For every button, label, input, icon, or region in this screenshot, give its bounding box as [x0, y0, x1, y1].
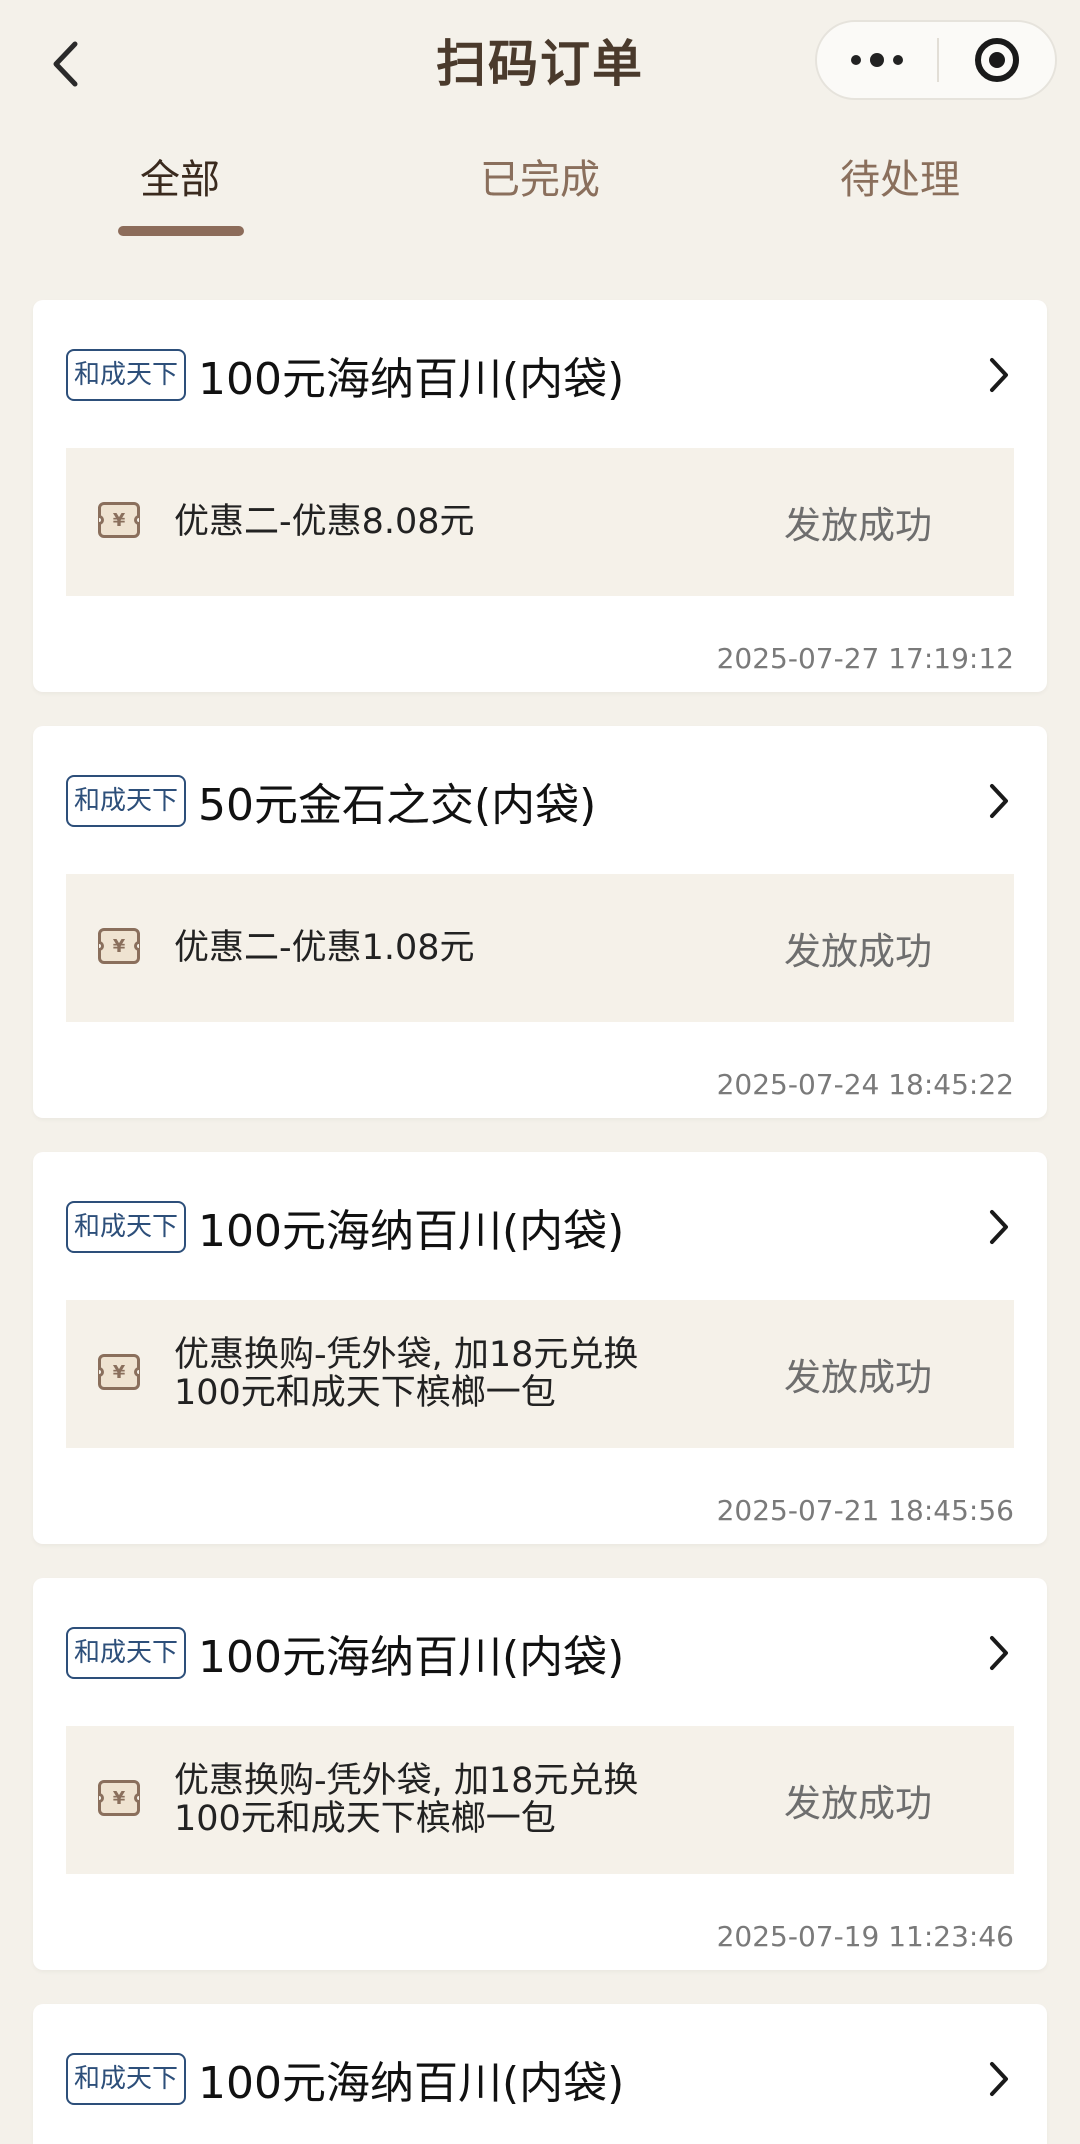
tab-completed[interactable]: 已完成 — [420, 150, 660, 210]
order-tabs: 全部 已完成 待处理 — [0, 130, 1080, 250]
coupon-ticket-icon: ¥ — [98, 1780, 140, 1816]
coupon-status: 发放成功 — [784, 1356, 932, 1399]
product-title: 100元海纳百川(内袋) — [198, 1632, 625, 1683]
order-time: 2025-07-24 18:45:22 — [716, 1068, 1014, 1101]
brand-tag: 和成天下 — [66, 2053, 187, 2105]
coupon-description: 优惠二-优惠8.08元 — [174, 502, 475, 542]
order-card-header[interactable]: 和成天下 100元海纳百川(内袋) — [66, 346, 1014, 405]
order-card-header[interactable]: 和成天下 100元海纳百川(内袋) — [66, 2050, 1014, 2109]
coupon-row: ¥ 优惠换购-凭外袋, 加18元兑换100元和成天下槟榔一包 发放成功 — [66, 1300, 1014, 1448]
nav-bar: 扫码订单 — [0, 0, 1080, 130]
brand-tag: 和成天下 — [66, 1201, 187, 1253]
order-card[interactable]: 和成天下 100元海纳百川(内袋) ¥ 优惠二-优惠8.08元 发放成功 202… — [33, 300, 1047, 692]
coupon-status: 发放成功 — [784, 1782, 932, 1825]
coupon-status: 发放成功 — [784, 504, 932, 547]
order-card[interactable]: 和成天下 100元海纳百川(内袋) ¥ 优惠换购-凭外袋, 加18元兑换100元… — [33, 1578, 1047, 1970]
more-button[interactable] — [817, 22, 937, 98]
order-card[interactable]: 和成天下 100元海纳百川(内袋) — [33, 2004, 1047, 2144]
tab-all[interactable]: 全部 — [60, 150, 300, 210]
order-card[interactable]: 和成天下 50元金石之交(内袋) ¥ 优惠二-优惠1.08元 发放成功 2025… — [33, 726, 1047, 1118]
mini-program-capsule — [815, 20, 1057, 100]
chevron-right-icon — [984, 355, 1014, 395]
brand-tag: 和成天下 — [66, 1627, 187, 1679]
order-card-header[interactable]: 和成天下 50元金石之交(内袋) — [66, 772, 1014, 831]
coupon-ticket-icon: ¥ — [98, 502, 140, 538]
product-title: 100元海纳百川(内袋) — [198, 354, 625, 405]
product-title: 50元金石之交(内袋) — [198, 780, 597, 831]
order-time: 2025-07-21 18:45:56 — [716, 1494, 1014, 1527]
chevron-right-icon — [984, 781, 1014, 821]
order-time: 2025-07-27 17:19:12 — [716, 642, 1014, 675]
chevron-right-icon — [984, 2059, 1014, 2099]
coupon-ticket-icon: ¥ — [98, 1354, 140, 1390]
active-tab-indicator — [118, 226, 244, 236]
order-card[interactable]: 和成天下 100元海纳百川(内袋) ¥ 优惠换购-凭外袋, 加18元兑换100元… — [33, 1152, 1047, 1544]
chevron-right-icon — [984, 1207, 1014, 1247]
product-title: 100元海纳百川(内袋) — [198, 2058, 625, 2109]
brand-tag: 和成天下 — [66, 775, 187, 827]
coupon-description: 优惠换购-凭外袋, 加18元兑换100元和成天下槟榔一包 — [174, 1335, 639, 1413]
close-mini-program-button[interactable] — [939, 22, 1055, 98]
coupon-row: ¥ 优惠换购-凭外袋, 加18元兑换100元和成天下槟榔一包 发放成功 — [66, 1726, 1014, 1874]
more-dots-icon — [851, 53, 903, 67]
coupon-status: 发放成功 — [784, 930, 932, 973]
coupon-row: ¥ 优惠二-优惠1.08元 发放成功 — [66, 874, 1014, 1022]
order-time: 2025-07-19 11:23:46 — [716, 1920, 1014, 1953]
order-card-header[interactable]: 和成天下 100元海纳百川(内袋) — [66, 1198, 1014, 1257]
coupon-description: 优惠二-优惠1.08元 — [174, 928, 475, 968]
chevron-right-icon — [984, 1633, 1014, 1673]
order-card-header[interactable]: 和成天下 100元海纳百川(内袋) — [66, 1624, 1014, 1683]
brand-tag: 和成天下 — [66, 349, 187, 401]
coupon-description: 优惠换购-凭外袋, 加18元兑换100元和成天下槟榔一包 — [174, 1761, 639, 1839]
target-close-icon — [975, 38, 1019, 82]
coupon-ticket-icon: ¥ — [98, 928, 140, 964]
product-title: 100元海纳百川(内袋) — [198, 1206, 625, 1257]
tab-pending[interactable]: 待处理 — [780, 150, 1020, 210]
coupon-row: ¥ 优惠二-优惠8.08元 发放成功 — [66, 448, 1014, 596]
